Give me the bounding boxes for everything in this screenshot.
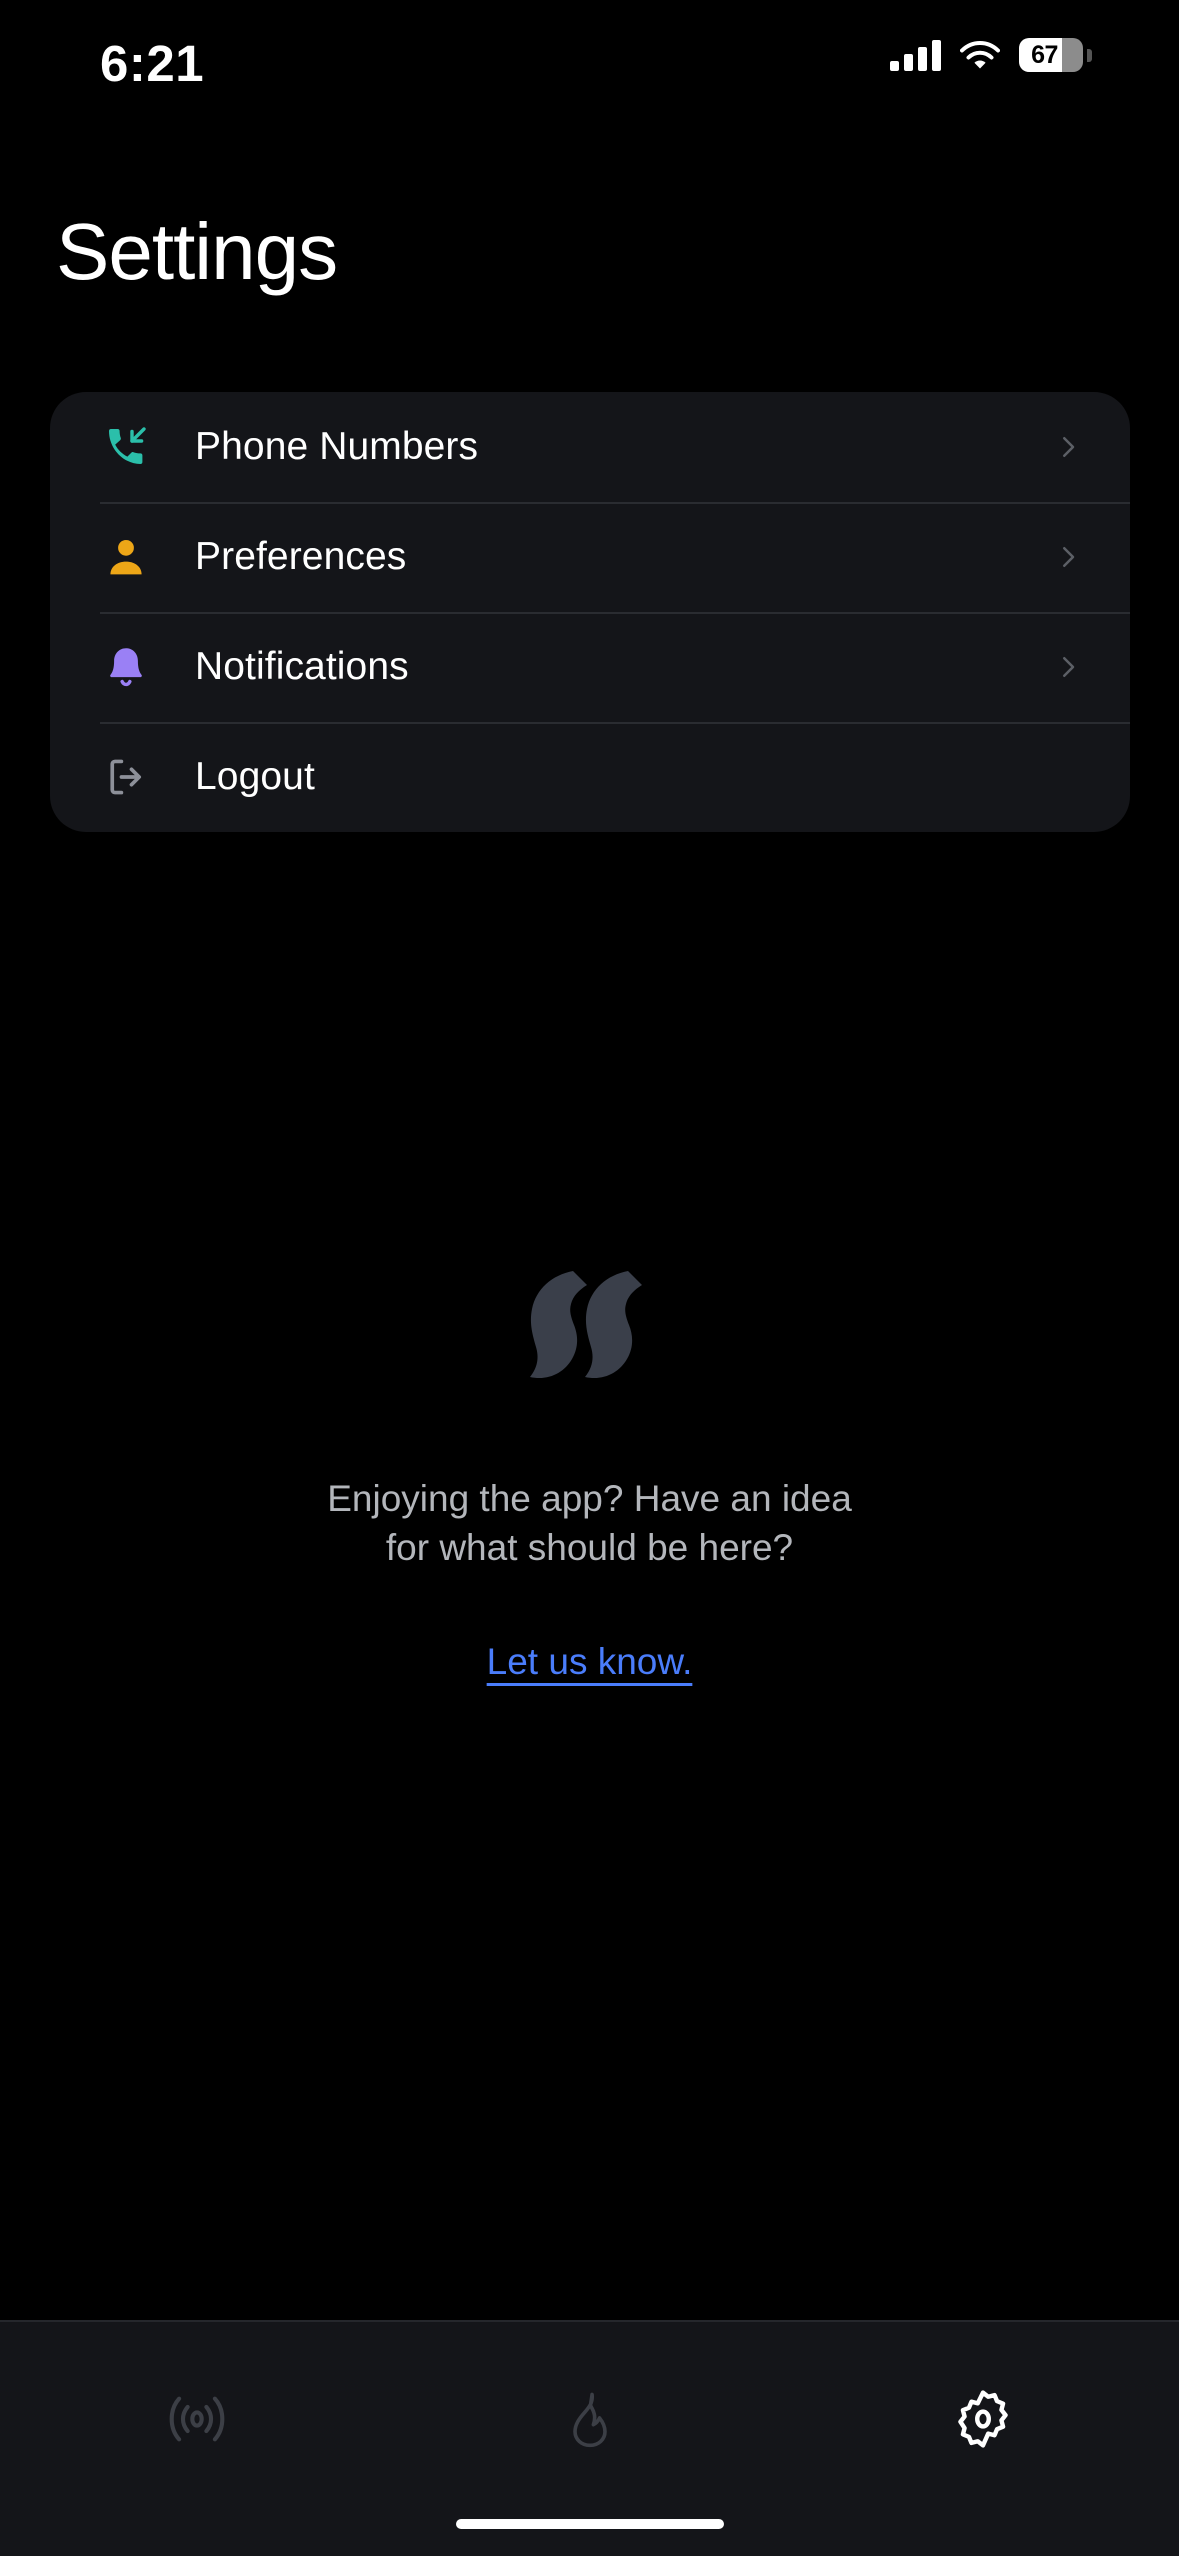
- chevron-right-icon: [1051, 430, 1085, 464]
- feedback-message-line-1: Enjoying the app? Have an idea: [327, 1478, 852, 1519]
- page-title: Settings: [56, 207, 338, 296]
- settings-row-label: Notifications: [195, 645, 409, 688]
- settings-row-label: Phone Numbers: [195, 425, 479, 468]
- status-bar-time: 6:21: [100, 35, 205, 92]
- wifi-icon: [960, 40, 1000, 71]
- tab-broadcast[interactable]: [0, 2374, 393, 2464]
- settings-row-label: Logout: [195, 755, 315, 798]
- battery-percent-label: 67: [1031, 40, 1058, 69]
- gear-icon: [950, 2386, 1016, 2452]
- status-bar-indicators: 67: [890, 38, 1092, 72]
- feedback-message-line-2: for what should be here?: [385, 1526, 794, 1568]
- broadcast-icon: [164, 2386, 230, 2452]
- let-us-know-link[interactable]: Let us know.: [487, 1641, 693, 1683]
- chevron-right-icon: [1051, 650, 1085, 684]
- feedback-promo: Enjoying the app? Have an idea for what …: [0, 1265, 1179, 1683]
- settings-row-preferences[interactable]: Preferences: [50, 502, 1130, 612]
- feedback-message: Enjoying the app? Have an idea for what …: [327, 1475, 852, 1573]
- status-bar: 6:21 67: [0, 0, 1179, 120]
- phone-incoming-icon: [100, 421, 152, 473]
- settings-list: Phone Numbers Preferences Notifications …: [50, 392, 1130, 832]
- settings-row-phone-numbers[interactable]: Phone Numbers: [50, 392, 1130, 502]
- tab-flame[interactable]: [393, 2374, 786, 2464]
- logout-icon: [100, 751, 152, 803]
- tab-settings[interactable]: [786, 2374, 1179, 2464]
- flame-icon: [559, 2388, 621, 2450]
- settings-row-label: Preferences: [195, 535, 407, 578]
- person-icon: [100, 531, 152, 583]
- home-indicator: [455, 2519, 724, 2529]
- battery-icon: 67: [1019, 38, 1092, 72]
- settings-row-notifications[interactable]: Notifications: [50, 612, 1130, 722]
- chevron-right-icon: [1051, 540, 1085, 574]
- bell-icon: [100, 641, 152, 693]
- app-flame-logo-icon: [510, 1265, 670, 1413]
- cellular-bars-icon: [890, 39, 941, 71]
- settings-row-logout[interactable]: Logout: [50, 722, 1130, 832]
